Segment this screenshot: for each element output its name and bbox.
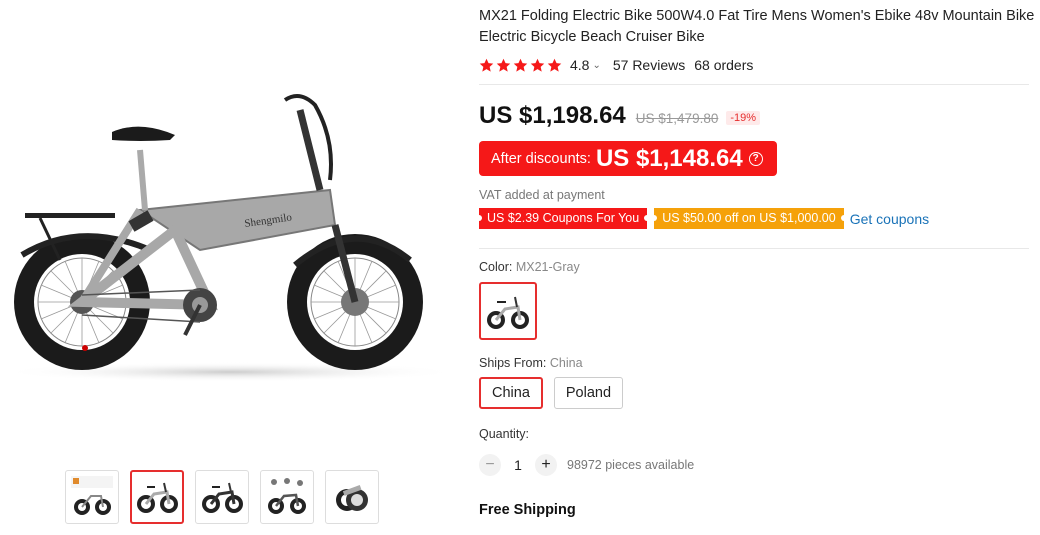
after-discount-banner: After discounts: US $1,148.64 ? (479, 141, 777, 176)
electric-bike-image: Shengmilo (0, 94, 450, 382)
thumbnail-2[interactable] (130, 470, 184, 524)
rating-row: 4.8 ⌄ 57 Reviews 68 orders (479, 55, 1039, 75)
bike-swatch-icon (487, 296, 529, 329)
thumbnail-5[interactable] (325, 470, 379, 524)
bike-thumbnail-icon (268, 478, 306, 514)
coupon-row: US $2.39 Coupons For You US $50.00 off o… (475, 208, 1039, 229)
star-icon (479, 58, 494, 72)
quantity-decrease-button[interactable]: − (479, 454, 501, 476)
quantity-stepper: − + 98972 pieces available (479, 454, 1039, 476)
thumbnail-3[interactable] (195, 470, 249, 524)
ships-from-label: Ships From: (479, 356, 547, 370)
product-title: MX21 Folding Electric Bike 500W4.0 Fat T… (479, 8, 1035, 45)
divider (479, 84, 1029, 85)
discount-badge: -19% (726, 111, 761, 125)
quantity-input[interactable] (501, 457, 535, 473)
coupon-badge-store[interactable]: US $2.39 Coupons For You (475, 208, 651, 229)
bike-thumbnail-icon (71, 476, 113, 515)
product-info-panel: MX21 Folding Electric Bike 500W4.0 Fat T… (475, 0, 1039, 518)
folded-bike-thumbnail-icon (336, 485, 368, 511)
color-value: MX21-Gray (515, 260, 580, 274)
star-icon (496, 58, 511, 72)
main-product-image[interactable]: Shengmilo (0, 80, 450, 390)
current-price: US $1,198.64 (479, 102, 626, 129)
rating-value[interactable]: 4.8 (570, 57, 589, 73)
original-price: US $1,479.80 (635, 111, 719, 126)
color-label: Color: (479, 260, 513, 274)
ships-from-label-row: Ships From: China (479, 356, 1039, 370)
after-discount-label: After discounts: (491, 150, 591, 167)
bike-thumbnail-icon (137, 482, 178, 513)
divider (479, 248, 1029, 249)
chevron-down-icon[interactable]: ⌄ (592, 60, 600, 71)
coupon-badge-discount[interactable]: US $50.00 off on US $1,000.00 (651, 208, 847, 229)
ships-from-options: China Poland (479, 377, 1039, 409)
get-coupons-link[interactable]: Get coupons (850, 211, 929, 227)
price-row: US $1,198.64 US $1,479.80 -19% (479, 102, 1039, 130)
star-icon (547, 58, 562, 72)
color-option-gray[interactable] (479, 282, 537, 340)
color-label-row: Color: MX21-Gray (479, 260, 1039, 274)
quantity-label: Quantity: (479, 427, 530, 441)
free-shipping-label: Free Shipping (479, 502, 576, 518)
question-icon[interactable]: ? (748, 151, 763, 166)
ships-from-option-poland[interactable]: Poland (553, 377, 624, 409)
after-discount-price: US $1,148.64 (595, 144, 743, 172)
bike-thumbnail-icon (202, 482, 243, 513)
star-icon (513, 58, 528, 72)
ships-from-value: China (549, 356, 583, 370)
thumbnail-strip (65, 470, 379, 524)
orders-count: 68 orders (694, 57, 754, 73)
ships-from-option-china[interactable]: China (479, 377, 543, 409)
star-rating (479, 58, 562, 73)
vat-note: VAT added at payment (479, 188, 605, 202)
star-icon (530, 58, 545, 72)
thumbnail-4[interactable] (260, 470, 314, 524)
quantity-increase-button[interactable]: + (535, 454, 557, 476)
reviews-link[interactable]: 57 Reviews (613, 57, 685, 73)
thumbnail-1[interactable] (65, 470, 119, 524)
available-stock: 98972 pieces available (567, 458, 695, 472)
